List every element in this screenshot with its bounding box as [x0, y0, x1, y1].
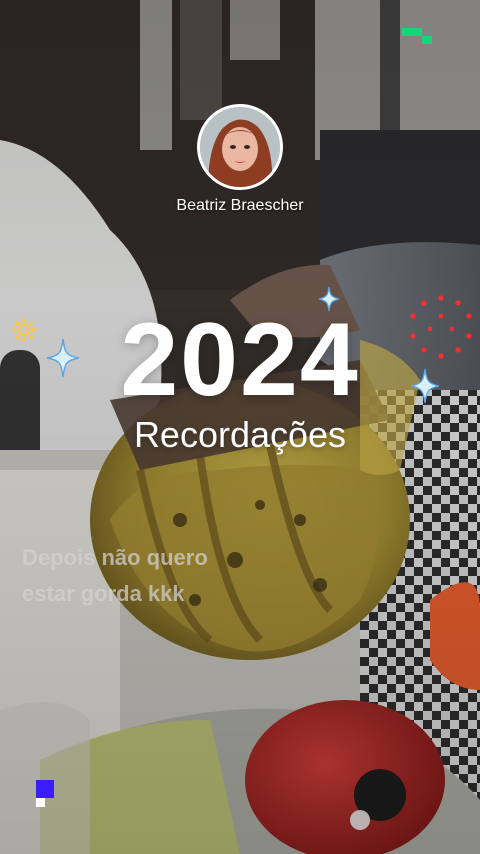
avatar[interactable]: [197, 104, 283, 190]
memories-subtitle: Recordações: [133, 414, 347, 455]
caption-line-1: Depois não quero: [22, 545, 208, 570]
pixel-decoration-green: [402, 28, 432, 44]
story-caption: Depois não quero estar gorda kkk: [22, 540, 208, 612]
caption-line-2: estar gorda kkk: [22, 581, 185, 606]
pixel-decoration-blue: [36, 780, 54, 807]
year-title: 2024: [120, 302, 360, 418]
profile-photo-icon: [200, 107, 280, 187]
story-viewer[interactable]: Beatriz Braescher 2024 Recordações Depoi…: [0, 0, 480, 854]
username-label: Beatriz Braescher: [176, 197, 304, 214]
